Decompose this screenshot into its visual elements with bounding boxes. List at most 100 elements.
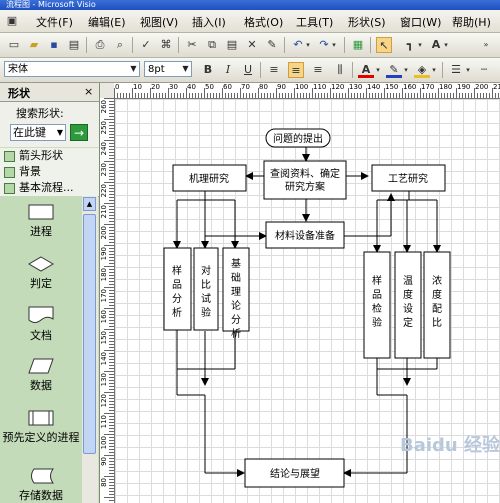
box-char: 比 [201, 279, 211, 291]
ruler-label: 30 [169, 83, 178, 91]
separator [344, 37, 345, 53]
copy-icon[interactable]: ⧉ [204, 37, 220, 53]
stencil-icon [4, 183, 15, 194]
text-tool-dropdown-icon[interactable]: ▾ [442, 37, 450, 53]
menu-insert[interactable]: 插入(I) [192, 14, 226, 30]
shape-stored-data[interactable]: 存储数据 [0, 468, 82, 503]
mechanism-text: 机理研究 [189, 172, 229, 185]
close-icon[interactable]: × [84, 85, 93, 98]
menu-view[interactable]: 视图(V) [140, 14, 178, 30]
font-color-dropdown-icon[interactable]: ▾ [374, 62, 382, 78]
shape-search: 搜索形状: 在此键 ▼ → [0, 102, 99, 147]
shapes-panel-header: 形状 × [0, 83, 99, 102]
box-char: 度 [432, 288, 442, 301]
separator [178, 37, 179, 53]
open-icon[interactable]: ▰ [26, 37, 42, 53]
menu-edit[interactable]: 编辑(E) [88, 14, 126, 30]
undo-dropdown-icon[interactable]: ▾ [304, 37, 312, 53]
shape-document[interactable]: 文档 [0, 306, 82, 343]
bold-button[interactable]: B [200, 62, 216, 78]
equipment-text: 材料设备准备 [275, 229, 335, 242]
scroll-up-icon[interactable]: ▲ [83, 197, 96, 211]
scroll-thumb[interactable] [83, 214, 96, 454]
box-char: 析 [231, 327, 241, 340]
delete-icon[interactable]: ✕ [244, 37, 260, 53]
spelling-icon[interactable]: ✓ [138, 37, 154, 53]
stencil-arrow-shapes[interactable]: 箭头形状 [0, 148, 99, 165]
fill-color-dropdown-icon[interactable]: ▾ [430, 62, 438, 78]
cut-icon[interactable]: ✂ [184, 37, 200, 53]
process-shape-icon [28, 204, 54, 220]
menu-tools[interactable]: 工具(T) [296, 14, 333, 30]
shape-data[interactable]: 数据 [0, 358, 82, 393]
ruler-label: 130 [100, 373, 108, 387]
watermark: Baidu 经验 [400, 434, 500, 456]
search-input[interactable]: 在此键 ▼ [10, 124, 66, 141]
shape-list: 进程 判定 文档 数据 预先定义的进程 存储数据 [0, 196, 82, 503]
search-label: 搜索形状: [16, 107, 64, 120]
ruler-label: 200 [100, 226, 108, 240]
shape-predefined-process[interactable]: 预先定义的进程 [0, 410, 82, 445]
menu-window[interactable]: 窗口(W) [400, 14, 441, 30]
ruler-label: 250 [100, 121, 108, 135]
menu-file[interactable]: 文件(F) [36, 14, 73, 30]
box-char: 品 [372, 289, 382, 301]
font-name-select[interactable]: 宋体 ▼ [4, 61, 140, 77]
separator [370, 37, 371, 53]
document-shape-icon [28, 306, 54, 323]
connector-dropdown-icon[interactable]: ▾ [416, 37, 424, 53]
ruler-label: 20 [151, 83, 160, 91]
permission-icon[interactable]: ▤ [66, 37, 82, 53]
ruler-label: 180 [439, 83, 453, 91]
align-center-icon[interactable]: ≡ [288, 62, 304, 78]
ruler-label: 120 [100, 394, 108, 408]
underline-button[interactable]: U [240, 62, 256, 78]
shapes-panel: 形状 × 搜索形状: 在此键 ▼ → 箭头形状 背景 基本流程... 进程 判定… [0, 83, 100, 503]
shapes-window-icon[interactable]: ▦ [350, 37, 366, 53]
format-painter-icon[interactable]: ✎ [264, 37, 280, 53]
box-char: 比 [432, 317, 442, 329]
search-go-button[interactable]: → [70, 124, 88, 141]
menu-format[interactable]: 格式(O) [244, 14, 283, 30]
toolbar-overflow-icon[interactable]: » [480, 37, 492, 53]
print-preview-icon[interactable]: ⌕ [112, 37, 128, 53]
paste-icon[interactable]: ▤ [224, 37, 240, 53]
research-icon[interactable]: ⌘ [158, 37, 174, 53]
line-pattern-icon[interactable]: ┄ [476, 62, 492, 78]
box-char: 试 [201, 292, 211, 305]
drawing-canvas[interactable]: 问题的提出 查阅资料、确定研究方案 机理研究 工艺研究 材料设备准备 样品分析 … [115, 99, 500, 503]
print-icon[interactable]: ⎙ [92, 37, 108, 53]
app-menu-icon[interactable]: ▣ [4, 13, 20, 29]
line-weight-icon[interactable]: ☰ [448, 62, 464, 78]
shapes-scrollbar[interactable]: ▲ [82, 196, 98, 503]
ruler-label: 60 [223, 83, 232, 91]
shape-label: 判定 [30, 277, 52, 290]
text-block-icon[interactable]: ⫼ [332, 62, 348, 78]
line-weight-dropdown-icon[interactable]: ▾ [464, 62, 472, 78]
fill-color-icon[interactable]: ◈ [414, 62, 430, 78]
font-size-select[interactable]: 8pt ▼ [144, 61, 192, 77]
shape-process[interactable]: 进程 [0, 204, 82, 239]
menu-help[interactable]: 帮助(H) [452, 14, 491, 30]
menu-bar: ▣ 文件(F) 编辑(E) 视图(V) 插入(I) 格式(O) 工具(T) 形状… [0, 10, 500, 33]
line-color-dropdown-icon[interactable]: ▾ [402, 62, 410, 78]
stencil-basic-flowchart[interactable]: 基本流程... [0, 180, 99, 197]
box-char: 样 [172, 264, 182, 277]
box-char: 品 [172, 279, 182, 291]
menu-shape[interactable]: 形状(S) [348, 14, 386, 30]
stencil-backgrounds[interactable]: 背景 [0, 164, 99, 181]
font-size-value: 8pt [148, 64, 165, 75]
new-icon[interactable]: ▭ [6, 37, 22, 53]
pointer-tool-icon[interactable]: ↖ [376, 37, 392, 53]
redo-dropdown-icon[interactable]: ▾ [330, 37, 338, 53]
italic-button[interactable]: I [220, 62, 236, 78]
formatting-toolbar: 宋体 ▼ 8pt ▼ B I U ≡ ≡ ≡ ⫼ A ▾ ✎ ▾ ◈ ▾ ☰ ▾… [0, 58, 500, 83]
ruler-label: 140 [100, 352, 108, 366]
save-icon[interactable]: ▪ [46, 37, 62, 53]
line-color-icon[interactable]: ✎ [386, 62, 402, 78]
align-left-icon[interactable]: ≡ [266, 62, 282, 78]
align-right-icon[interactable]: ≡ [310, 62, 326, 78]
shape-decision[interactable]: 判定 [0, 256, 82, 291]
font-color-icon[interactable]: A [358, 62, 374, 78]
review-shape[interactable] [263, 160, 347, 200]
